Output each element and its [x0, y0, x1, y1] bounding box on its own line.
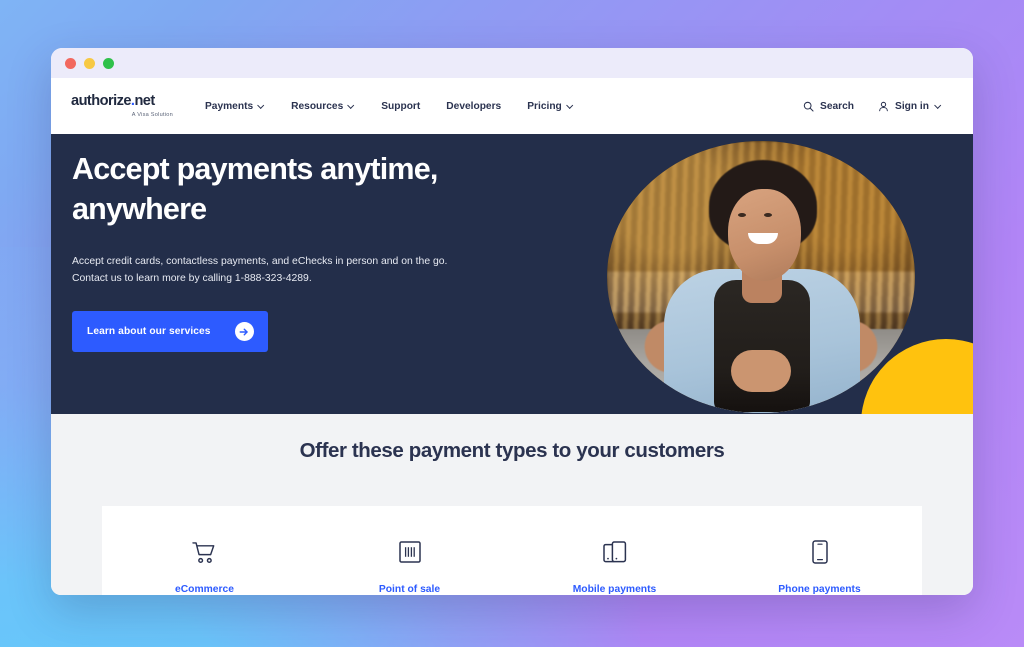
search-button[interactable]: Search [803, 101, 854, 112]
close-window-button[interactable] [65, 57, 76, 69]
authorize-net-logo[interactable]: authorize.net A Visa Solution [71, 94, 175, 118]
nav-label: Resources [291, 100, 344, 112]
mobile-devices-icon [602, 540, 627, 564]
site-header: authorize.net A Visa Solution Payments R… [51, 78, 973, 134]
header-actions: Search Sign in [803, 101, 942, 112]
chevron-down-icon [935, 103, 942, 110]
payment-type-label[interactable]: Point of sale [379, 584, 440, 595]
logo-wordmark: authorize.net [71, 94, 175, 109]
signin-button[interactable]: Sign in [878, 101, 942, 112]
chevron-down-icon [567, 103, 574, 110]
hero-content: Accept payments anytime, anywhere Accept… [72, 134, 572, 414]
nav-label: Payments [205, 100, 254, 112]
nav-item-developers[interactable]: Developers [446, 101, 501, 112]
learn-about-services-button[interactable]: Learn about our services [72, 311, 268, 352]
nav-label: Pricing [527, 100, 562, 112]
shopping-cart-icon [192, 540, 217, 564]
logo-text-primary: authorize [71, 93, 131, 110]
maximize-window-button[interactable] [103, 57, 114, 69]
barcode-terminal-icon [398, 540, 421, 564]
window-titlebar [51, 48, 973, 78]
payment-type-mobile-payments[interactable]: Mobile payments [512, 540, 717, 595]
nav-label: Developers [446, 100, 502, 112]
hero-section: Accept payments anytime, anywhere Accept… [51, 134, 973, 414]
nav-item-pricing[interactable]: Pricing [527, 101, 574, 112]
hero-subtitle-line2: Contact us to learn more by calling 1-88… [72, 273, 312, 284]
chevron-down-icon [348, 103, 355, 110]
search-icon [803, 101, 814, 112]
payment-types-section: Offer these payment types to your custom… [51, 414, 973, 595]
hero-subtitle-line1: Accept credit cards, contactless payment… [72, 256, 448, 267]
search-label: Search [820, 100, 855, 112]
logo-text-secondary: net [134, 93, 155, 110]
nav-item-resources[interactable]: Resources [291, 101, 355, 112]
payment-type-point-of-sale[interactable]: Point of sale [307, 540, 512, 595]
cta-label: Learn about our services [87, 326, 211, 337]
main-navigation: Payments Resources Support Developers Pr… [205, 101, 574, 112]
payment-type-ecommerce[interactable]: eCommerce [102, 540, 307, 595]
nav-item-support[interactable]: Support [381, 101, 420, 112]
user-icon [879, 101, 888, 111]
phone-icon [811, 540, 828, 564]
payment-type-label[interactable]: Mobile payments [573, 584, 657, 595]
browser-window: authorize.net A Visa Solution Payments R… [51, 48, 973, 595]
payment-type-label[interactable]: eCommerce [175, 584, 234, 595]
nav-item-payments[interactable]: Payments [205, 101, 265, 112]
minimize-window-button[interactable] [84, 57, 95, 69]
nav-label: Support [381, 100, 421, 112]
photo-hands [731, 350, 791, 393]
payment-type-label[interactable]: Phone payments [778, 584, 860, 595]
hero-title: Accept payments anytime, anywhere [72, 152, 438, 226]
section-title: Offer these payment types to your custom… [299, 439, 725, 462]
hero-photo [607, 141, 915, 413]
hero-subtitle: Accept credit cards, contactless payment… [72, 253, 502, 287]
payment-types-card: eCommerce Point of sale Mobile payments … [102, 506, 922, 595]
logo-tagline: A Visa Solution [131, 111, 173, 118]
payment-type-phone-payments[interactable]: Phone payments [717, 540, 922, 595]
signin-label: Sign in [895, 100, 929, 112]
arrow-right-circle-icon [234, 322, 254, 341]
chevron-down-icon [258, 103, 265, 110]
